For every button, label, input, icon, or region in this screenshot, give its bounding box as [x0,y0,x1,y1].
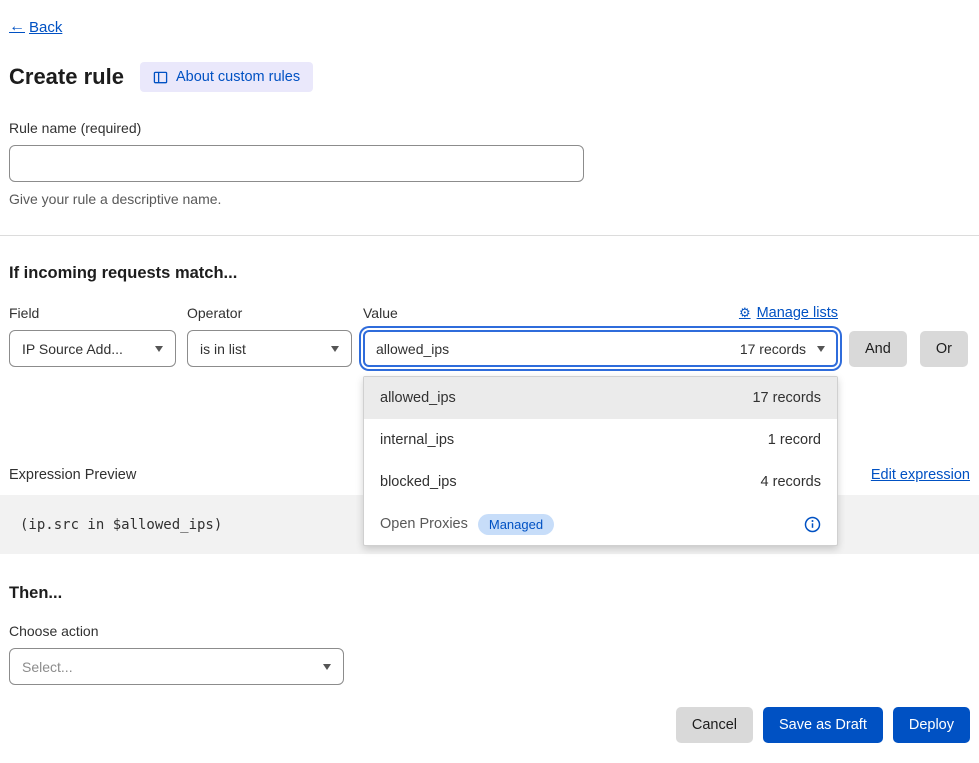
managed-badge: Managed [478,514,554,535]
rule-name-input[interactable] [9,145,584,182]
value-label: Value [363,305,398,321]
rule-name-label: Rule name (required) [9,120,970,136]
back-label: Back [29,19,62,36]
condition-row: Field IP Source Add... Operator is in li… [9,305,970,367]
cancel-button[interactable]: Cancel [676,707,753,743]
dropdown-item-open-proxies[interactable]: Open Proxies Managed [364,503,837,545]
section-divider [0,235,979,236]
list-record-count: 1 record [768,432,821,448]
chevron-down-icon [817,346,825,352]
action-select-value: Select... [22,659,73,675]
footer-actions: Cancel Save as Draft Deploy [9,707,970,743]
save-draft-button[interactable]: Save as Draft [763,707,883,743]
dropdown-item-internal-ips[interactable]: internal_ips 1 record [364,419,837,461]
value-select-records: 17 records [740,341,806,357]
chevron-down-icon [155,346,163,352]
operator-label: Operator [187,305,352,321]
value-select[interactable]: allowed_ips 17 records [363,330,838,367]
deploy-button[interactable]: Deploy [893,707,970,743]
operator-column: Operator is in list [187,305,352,367]
rule-name-group: Rule name (required) Give your rule a de… [9,120,970,207]
create-rule-page: ← Back Create rule About custom rules Ru… [0,0,979,763]
chevron-down-icon [323,664,331,670]
expression-code: (ip.src in $allowed_ips) [20,517,222,533]
field-column: Field IP Source Add... [9,305,176,367]
dropdown-item-allowed-ips[interactable]: allowed_ips 17 records [364,377,837,419]
back-row: ← Back [9,18,970,36]
edit-expression-link[interactable]: Edit expression [871,467,970,483]
field-select[interactable]: IP Source Add... [9,330,176,367]
value-header: Value ⚙ Manage lists [363,305,838,321]
value-select-right: 17 records [740,341,825,357]
about-custom-rules-link[interactable]: About custom rules [140,62,313,92]
operator-select[interactable]: is in list [187,330,352,367]
dropdown-item-blocked-ips[interactable]: blocked_ips 4 records [364,461,837,503]
rule-name-help: Give your rule a descriptive name. [9,191,970,207]
page-title: Create rule [9,64,124,90]
value-select-value: allowed_ips [376,341,449,357]
value-column: Value ⚙ Manage lists allowed_ips 17 reco… [363,305,838,367]
open-proxies-left: Open Proxies Managed [380,514,554,535]
list-name: Open Proxies [380,516,468,532]
about-custom-rules-label: About custom rules [176,69,300,85]
then-heading: Then... [9,584,970,603]
or-button[interactable]: Or [920,331,968,367]
gear-icon: ⚙ [739,305,751,321]
list-record-count: 4 records [761,474,821,490]
expression-preview-label: Expression Preview [9,467,136,483]
info-icon[interactable] [804,516,821,533]
match-heading: If incoming requests match... [9,264,970,283]
field-label: Field [9,305,176,321]
list-name: blocked_ips [380,474,457,490]
chevron-down-icon [331,346,339,352]
manage-lists-label: Manage lists [757,305,838,321]
back-link[interactable]: ← Back [9,18,62,36]
list-dropdown-menu: allowed_ips 17 records internal_ips 1 re… [363,376,838,546]
operator-select-value: is in list [200,341,246,357]
action-select[interactable]: Select... [9,648,344,685]
connector-buttons: And Or [849,331,968,367]
back-arrow-icon: ← [9,18,25,36]
field-select-value: IP Source Add... [22,341,123,357]
list-name: internal_ips [380,432,454,448]
title-row: Create rule About custom rules [9,62,970,92]
choose-action-label: Choose action [9,623,970,639]
list-record-count: 17 records [752,390,821,406]
list-name: allowed_ips [380,390,456,406]
book-icon [153,70,168,85]
and-button[interactable]: And [849,331,907,367]
manage-lists-link[interactable]: ⚙ Manage lists [739,305,838,321]
